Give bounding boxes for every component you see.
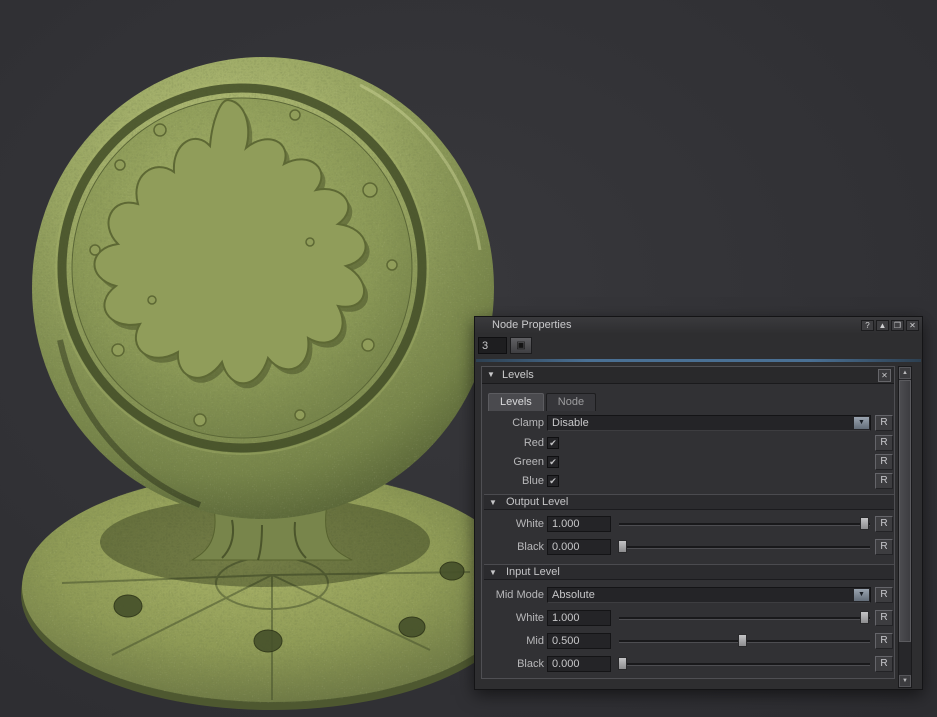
scroll-up-icon[interactable]: ▲ [899,367,911,379]
output-white-slider[interactable] [617,516,872,532]
maximize-icon[interactable]: ❐ [891,320,904,331]
levels-group: ▼ Levels ✕ Levels Node Clamp Disable ▼ R… [481,366,895,679]
panel-scrollbar[interactable]: ▲ ▼ [898,366,912,688]
blue-checkbox[interactable]: ✔ [547,475,559,487]
blue-label: Blue [482,472,544,490]
output-level-title: Output Level [506,496,568,508]
input-level-header[interactable]: ▼ Input Level [484,564,894,580]
slider-track[interactable] [619,617,870,620]
input-white-reset-button[interactable]: R [875,610,893,626]
red-label: Red [482,434,544,452]
app-window: Node Properties ? ▲ ❐ ✕ ▣ ▼ Levels ✕ Lev… [0,0,937,717]
slider-track[interactable] [619,663,870,666]
input-mid-reset-button[interactable]: R [875,633,893,649]
clamp-reset-button[interactable]: R [875,415,893,431]
scrollbar-thumb[interactable] [899,380,911,642]
input-mid-field[interactable] [547,633,611,649]
scroll-down-icon[interactable]: ▼ [899,675,911,687]
blue-row: Blue ✔ R [482,472,896,490]
output-white-field[interactable] [547,516,611,532]
tab-node[interactable]: Node [546,393,596,411]
input-white-field[interactable] [547,610,611,626]
slider-handle[interactable] [618,540,627,553]
chevron-down-icon: ▼ [854,417,869,429]
output-white-reset-button[interactable]: R [875,516,893,532]
levels-group-header[interactable]: ▼ Levels ✕ [482,367,894,384]
input-mid-slider[interactable] [617,633,872,649]
output-black-label: Black [482,538,544,556]
rollup-icon[interactable]: ▲ [876,320,889,331]
input-level-title: Input Level [506,566,560,578]
mid-mode-dropdown[interactable]: Absolute ▼ [547,587,871,603]
green-row: Green ✔ R [482,453,896,471]
form-tool-icon: ▣ [516,340,525,351]
slider-handle[interactable] [738,634,747,647]
slider-track[interactable] [619,546,870,549]
green-label: Green [482,453,544,471]
tab-levels[interactable]: Levels [488,393,544,411]
input-black-field[interactable] [547,656,611,672]
input-black-row: Black R [482,655,896,673]
slider-handle[interactable] [860,517,869,530]
output-black-reset-button[interactable]: R [875,539,893,555]
green-reset-button[interactable]: R [875,454,893,470]
levels-group-title: Levels [502,367,534,383]
input-black-reset-button[interactable]: R [875,656,893,672]
clamp-value: Disable [552,417,589,429]
clamp-label: Clamp [482,414,544,432]
close-icon[interactable]: ✕ [906,320,919,331]
form-tool-button[interactable]: ▣ [510,337,532,354]
panel-titlebar[interactable]: Node Properties ? ▲ ❐ ✕ [475,317,922,334]
collapse-triangle-icon: ▼ [489,568,497,577]
help-icon[interactable]: ? [861,320,874,331]
selection-accent-line [476,359,921,362]
mid-mode-reset-button[interactable]: R [875,587,893,603]
red-row: Red ✔ R [482,434,896,452]
output-white-row: White R [482,515,896,533]
node-properties-panel: Node Properties ? ▲ ❐ ✕ ▣ ▼ Levels ✕ Lev… [474,316,923,690]
slider-track[interactable] [619,523,870,526]
output-level-header[interactable]: ▼ Output Level [484,494,894,510]
red-checkbox[interactable]: ✔ [547,437,559,449]
green-checkbox[interactable]: ✔ [547,456,559,468]
input-mid-label: Mid [482,632,544,650]
mid-mode-value: Absolute [552,589,595,601]
output-black-slider[interactable] [617,539,872,555]
titlebar-icons: ? ▲ ❐ ✕ [861,320,919,331]
mid-mode-label: Mid Mode [482,586,544,604]
clamp-row: Clamp Disable ▼ R [482,414,896,432]
input-black-label: Black [482,655,544,673]
mid-mode-row: Mid Mode Absolute ▼ R [482,586,896,604]
slider-handle[interactable] [860,611,869,624]
group-close-icon[interactable]: ✕ [878,369,891,382]
input-mid-row: Mid R [482,632,896,650]
clamp-dropdown[interactable]: Disable ▼ [547,415,871,431]
input-white-label: White [482,609,544,627]
chevron-down-icon: ▼ [854,589,869,601]
panel-title: Node Properties [492,319,572,331]
tab-bar: Levels Node [488,393,596,411]
node-index-field[interactable] [478,337,507,354]
collapse-triangle-icon: ▼ [489,498,497,507]
output-black-row: Black R [482,538,896,556]
output-black-field[interactable] [547,539,611,555]
collapse-triangle-icon[interactable]: ▼ [487,367,495,383]
slider-handle[interactable] [618,657,627,670]
red-reset-button[interactable]: R [875,435,893,451]
output-white-label: White [482,515,544,533]
input-white-slider[interactable] [617,610,872,626]
input-white-row: White R [482,609,896,627]
blue-reset-button[interactable]: R [875,473,893,489]
input-black-slider[interactable] [617,656,872,672]
